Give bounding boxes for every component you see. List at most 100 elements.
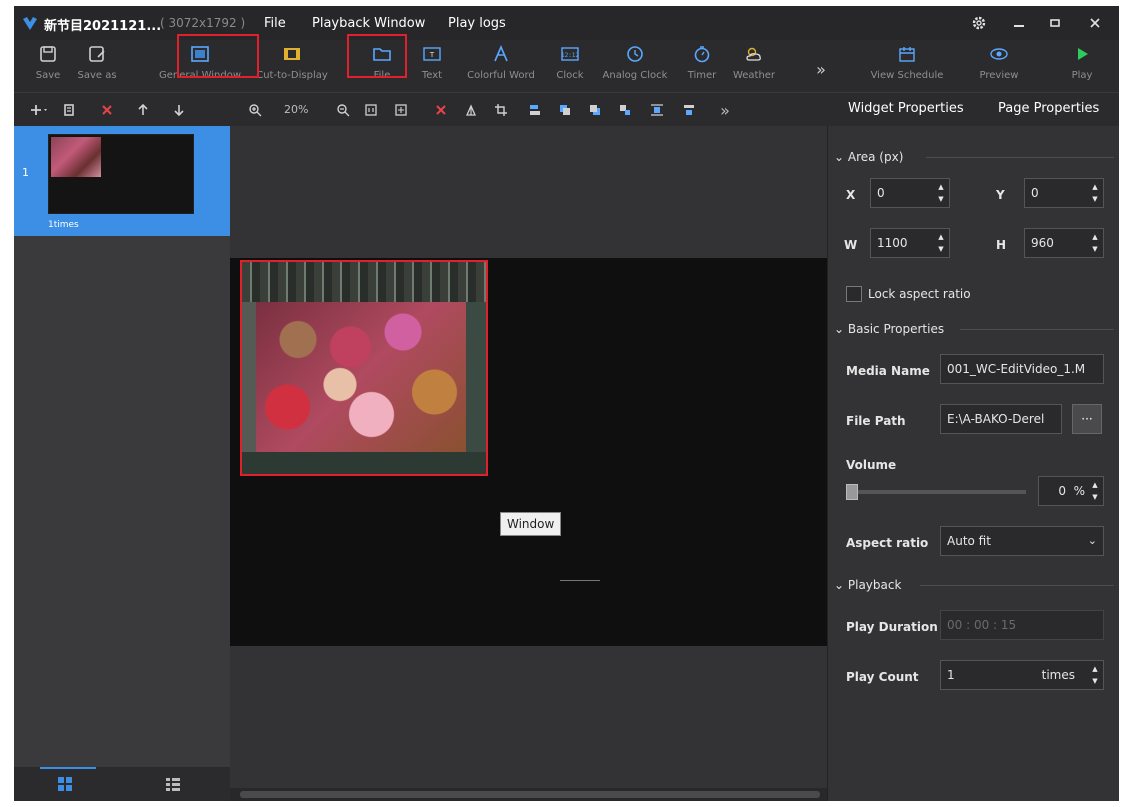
volume-input[interactable]: 0 % ▲ ▼ bbox=[1038, 476, 1104, 506]
width-stepper[interactable]: ▲ ▼ bbox=[936, 232, 946, 254]
page-list: 1 1times bbox=[14, 126, 230, 766]
lock-aspect-checkbox[interactable] bbox=[846, 286, 862, 302]
play-duration-input[interactable]: 00 : 00 : 15 bbox=[940, 610, 1104, 640]
settings-gear-icon[interactable] bbox=[968, 12, 990, 34]
window-tooltip: Window bbox=[500, 512, 562, 536]
width-input[interactable]: 1100 ▲ ▼ bbox=[870, 228, 950, 258]
file-path-label: File Path bbox=[846, 414, 906, 428]
edit-more-button[interactable]: » bbox=[714, 99, 736, 121]
scrollbar-thumb[interactable] bbox=[240, 791, 820, 798]
height-input[interactable]: 960 ▲ ▼ bbox=[1024, 228, 1104, 258]
grid-view-icon[interactable] bbox=[54, 773, 76, 795]
page-number: 1 bbox=[22, 166, 29, 179]
x-stepper[interactable]: ▲ ▼ bbox=[936, 182, 946, 204]
colorful-word-button[interactable]: Colorful Word bbox=[456, 42, 546, 90]
timer-button[interactable]: Timer bbox=[682, 42, 722, 90]
y-input[interactable]: 0 ▲ ▼ bbox=[1024, 178, 1104, 208]
delete-page-icon[interactable] bbox=[96, 99, 118, 121]
media-name-input[interactable]: 001_WC-EditVideo_1.M bbox=[940, 354, 1104, 384]
toolbar-more-button[interactable]: » bbox=[810, 58, 832, 80]
browse-file-button[interactable]: ··· bbox=[1072, 404, 1102, 434]
aspect-ratio-select[interactable]: Auto fit ⌄ bbox=[940, 526, 1104, 556]
align-center-icon[interactable] bbox=[678, 99, 700, 121]
play-count-input[interactable]: 1 times ▲ ▼ bbox=[940, 660, 1104, 690]
tab-page-properties[interactable]: Page Properties bbox=[998, 101, 1099, 116]
volume-slider-track[interactable] bbox=[850, 490, 1026, 494]
bring-front-icon[interactable] bbox=[554, 99, 576, 121]
zoom-out-icon[interactable] bbox=[332, 99, 354, 121]
minimize-icon[interactable] bbox=[1008, 12, 1030, 34]
window-icon bbox=[187, 42, 213, 66]
cut-to-display-button[interactable]: Cut-to-Display bbox=[252, 42, 332, 90]
y-label: Y bbox=[996, 188, 1005, 202]
play-count-stepper[interactable]: ▲ ▼ bbox=[1090, 664, 1100, 686]
volume-slider-handle[interactable] bbox=[846, 484, 858, 500]
zoom-level: 20% bbox=[284, 103, 309, 116]
clock-button[interactable]: 12:12 Clock bbox=[550, 42, 590, 90]
cut-to-display-icon bbox=[279, 42, 305, 66]
play-count-label: Play Count bbox=[846, 670, 919, 684]
folder-icon bbox=[369, 42, 395, 66]
program-stage[interactable]: Window bbox=[230, 258, 827, 646]
section-playback-title[interactable]: ⌄ Playback bbox=[834, 578, 901, 592]
section-area-title[interactable]: ⌄ Area (px) bbox=[834, 150, 903, 164]
app-window: 新节目2021121... ( 3072x1792 ) File Playbac… bbox=[14, 6, 1119, 801]
list-view-icon[interactable] bbox=[162, 773, 184, 795]
analog-clock-icon bbox=[622, 42, 648, 66]
preview-button[interactable]: Preview bbox=[974, 42, 1024, 90]
view-schedule-button[interactable]: View Schedule bbox=[862, 42, 952, 90]
h-label: H bbox=[996, 238, 1007, 252]
svg-text:12:12: 12:12 bbox=[561, 52, 579, 59]
canvas-horizontal-scrollbar[interactable] bbox=[230, 788, 827, 801]
fit-screen-icon[interactable] bbox=[390, 99, 412, 121]
y-stepper[interactable]: ▲ ▼ bbox=[1090, 182, 1100, 204]
page-list-item[interactable]: 1 1times bbox=[14, 126, 230, 236]
menu-file[interactable]: File bbox=[264, 16, 286, 31]
clear-brush-icon[interactable] bbox=[460, 99, 482, 121]
delete-widget-icon[interactable] bbox=[430, 99, 452, 121]
send-back-icon[interactable] bbox=[584, 99, 606, 121]
distribute-icon[interactable] bbox=[646, 99, 668, 121]
save-button[interactable]: Save bbox=[30, 42, 66, 90]
section-basic-title[interactable]: ⌄ Basic Properties bbox=[834, 322, 944, 336]
text-button[interactable]: T Text bbox=[416, 42, 448, 90]
align-left-icon[interactable] bbox=[524, 99, 546, 121]
analog-clock-button[interactable]: Analog Clock bbox=[594, 42, 676, 90]
video-window-widget[interactable] bbox=[240, 260, 488, 476]
menu-play-logs[interactable]: Play logs bbox=[448, 16, 506, 31]
title-bar: 新节目2021121... ( 3072x1792 ) File Playbac… bbox=[14, 6, 1119, 40]
actual-size-icon[interactable] bbox=[360, 99, 382, 121]
file-path-input[interactable]: E:\A-BAKO-Derel bbox=[940, 404, 1062, 434]
project-name: 新节目2021121... bbox=[44, 19, 162, 34]
file-button[interactable]: File bbox=[362, 42, 402, 90]
general-window-button[interactable]: General Window bbox=[154, 42, 246, 90]
video-frame-content bbox=[256, 302, 466, 452]
crop-icon[interactable] bbox=[490, 99, 512, 121]
play-button[interactable]: Play bbox=[1064, 42, 1100, 90]
close-icon[interactable] bbox=[1084, 12, 1106, 34]
page-thumbnail bbox=[48, 134, 194, 214]
maximize-icon[interactable] bbox=[1044, 12, 1066, 34]
zoom-in-icon[interactable] bbox=[244, 99, 266, 121]
save-as-button[interactable]: Save as bbox=[74, 42, 120, 90]
chevron-down-icon: ⌄ bbox=[1087, 534, 1097, 547]
w-label: W bbox=[844, 238, 858, 252]
text-icon: T bbox=[419, 42, 445, 66]
volume-stepper[interactable]: ▲ ▼ bbox=[1090, 480, 1100, 502]
move-up-icon[interactable] bbox=[132, 99, 154, 121]
weather-button[interactable]: Weather bbox=[726, 42, 782, 90]
add-page-button[interactable] bbox=[24, 99, 54, 121]
project-resolution: ( 3072x1792 ) bbox=[160, 16, 246, 30]
copy-page-icon[interactable] bbox=[58, 99, 80, 121]
save-as-icon bbox=[84, 42, 110, 66]
x-input[interactable]: 0 ▲ ▼ bbox=[870, 178, 950, 208]
menu-playback-window[interactable]: Playback Window bbox=[312, 16, 425, 31]
tab-widget-properties[interactable]: Widget Properties bbox=[848, 101, 964, 116]
aspect-ratio-label: Aspect ratio bbox=[846, 536, 929, 550]
layer-up-icon[interactable] bbox=[614, 99, 636, 121]
svg-text:T: T bbox=[429, 51, 435, 59]
timer-icon bbox=[689, 42, 715, 66]
height-stepper[interactable]: ▲ ▼ bbox=[1090, 232, 1100, 254]
move-down-icon[interactable] bbox=[168, 99, 190, 121]
page-list-footer bbox=[14, 766, 230, 801]
